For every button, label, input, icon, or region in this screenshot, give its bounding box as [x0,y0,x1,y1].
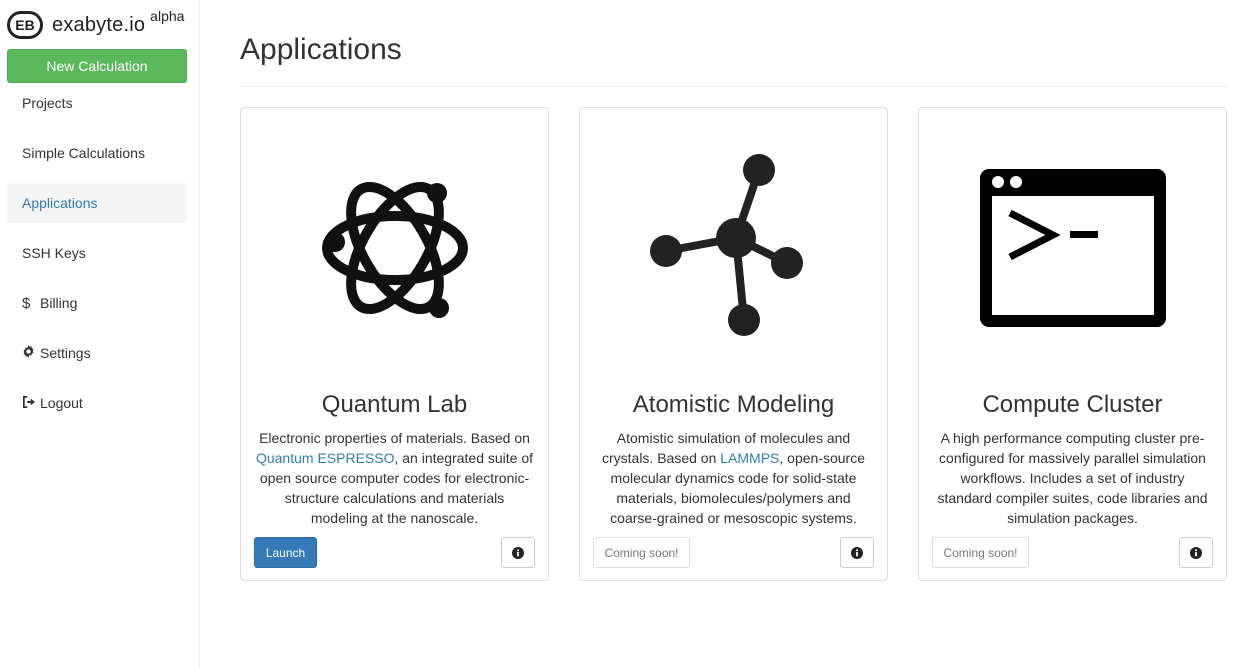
atom-icon [321,181,468,318]
sidebar-item-label: SSH Keys [22,245,86,261]
app-card-quantum-lab: Quantum Lab Electronic properties of mat… [240,107,549,581]
card-description: Electronic properties of materials. Base… [255,428,534,528]
title-divider [240,86,1227,87]
info-button[interactable] [1179,537,1213,568]
coming-soon-button[interactable]: Coming soon! [593,537,690,568]
sidebar-item-label: Logout [40,395,83,411]
sidebar-item-label: Projects [22,95,73,111]
lammps-link[interactable]: LAMMPS [720,450,779,466]
gear-icon [22,345,40,361]
card-description-text: Electronic properties of materials. Base… [259,430,530,446]
sidebar-item-simple-calculations[interactable]: Simple Calculations [7,133,187,173]
molecule-icon [649,154,803,336]
terminal-icon [979,169,1166,327]
info-button[interactable] [501,537,535,568]
sidebar-item-label: Simple Calculations [22,145,145,161]
info-icon [1190,546,1202,559]
sidebar-item-projects[interactable]: Projects [7,83,187,123]
launch-button[interactable]: Launch [254,537,317,568]
page-title: Applications [240,33,402,66]
exabyte-logo-icon: EB [7,11,43,39]
card-title: Compute Cluster [982,391,1163,418]
sidebar-item-settings[interactable]: Settings [7,333,187,373]
app-card-compute-cluster: Compute Cluster A high performance compu… [918,107,1227,581]
brand-name: exabyte.io [52,13,146,36]
sidebar-item-ssh-keys[interactable]: SSH Keys [7,233,187,273]
quantum-espresso-link[interactable]: Quantum ESPRESSO [256,450,395,466]
logout-icon [22,395,40,411]
info-icon [512,546,524,559]
app-card-atomistic-modeling: Atomistic Modeling Atomistic simulation … [579,107,888,581]
card-description: A high performance computing cluster pre… [933,428,1212,528]
card-title: Quantum Lab [321,391,468,418]
brand-tag: alpha [150,8,185,24]
coming-soon-button[interactable]: Coming soon! [932,537,1029,568]
sidebar-item-applications[interactable]: Applications [7,183,187,223]
sidebar-item-label: Billing [40,295,78,311]
sidebar-item-logout[interactable]: Logout [7,383,187,423]
card-description-text: A high performance computing cluster pre… [937,430,1208,526]
sidebar-nav: Projects Simple Calculations Application… [7,83,187,433]
sidebar-item-label: Applications [22,195,98,211]
sidebar-item-billing[interactable]: $ Billing [7,283,187,323]
sidebar-item-label: Settings [40,345,91,361]
info-icon [851,546,863,559]
sidebar: EB exabyte.io alpha New Calculation Proj… [0,0,200,668]
card-title: Atomistic Modeling [632,391,835,418]
brand[interactable]: EB exabyte.io alpha [7,8,185,40]
info-button[interactable] [840,537,874,568]
new-calculation-button[interactable]: New Calculation [7,49,187,83]
dollar-icon: $ [22,294,31,312]
card-description: Atomistic simulation of molecules and cr… [594,428,873,528]
logo-text: EB [15,17,34,33]
